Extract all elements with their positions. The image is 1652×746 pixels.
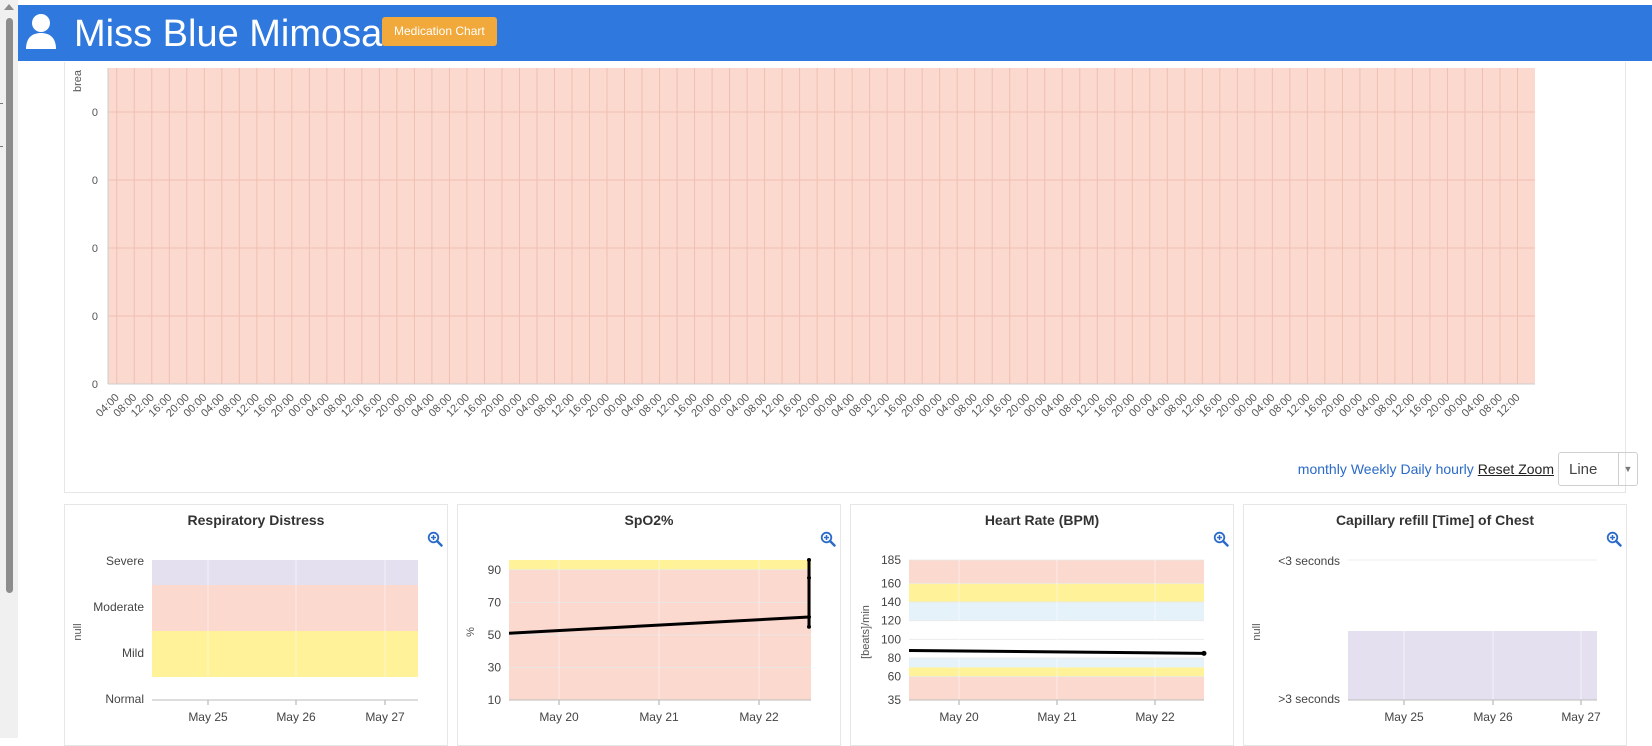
spo2-chart: May 20 May 21 May 22 10 30 50 70 90% [465, 558, 811, 724]
x-tick-label: May 25 [188, 710, 228, 724]
y-tick-label: 35 [888, 693, 902, 707]
y-tick-label: 60 [888, 670, 902, 684]
y-tick-label: Moderate [93, 600, 144, 614]
spo2-panel: SpO2% May 20 May 21 May 22 10 30 50 70 90% [457, 504, 841, 746]
medication-chart-button[interactable]: Medication Chart [382, 17, 497, 46]
y-tick-label: 0 [92, 175, 98, 187]
y-tick-label: 80 [888, 651, 902, 665]
x-tick-label: May 25 [1384, 710, 1424, 724]
scroll-tick [0, 146, 3, 147]
y-tick-label: Severe [106, 554, 144, 568]
x-tick-label: May 26 [1473, 710, 1513, 724]
x-tick-label: May 26 [276, 710, 316, 724]
x-tick-label: May 27 [1561, 710, 1601, 724]
respiratory-distress-chart: May 25 May 26 May 27 Severe Moderate Mild Norm… [72, 554, 418, 724]
x-tick-label: May 21 [639, 710, 679, 724]
y-tick-label: 10 [488, 693, 502, 707]
main-chart-panel: 0 0 0 0 0 brea 04:00 08:00 12:00 16:00 20:00 00:00 0… [64, 62, 1626, 493]
scrollbar-thumb[interactable] [6, 18, 13, 593]
threshold-band [1348, 631, 1597, 700]
x-tick-label: May 21 [1037, 710, 1077, 724]
x-tick-label: May 20 [539, 710, 579, 724]
threshold-band [152, 560, 418, 585]
chart-type-select[interactable]: Line ▼ [1558, 452, 1638, 486]
x-tick-label: May 22 [739, 710, 779, 724]
threshold-band [509, 560, 811, 570]
y-tick-label: 0 [92, 107, 98, 119]
y-tick-label: Normal [105, 692, 144, 706]
x-tick-label: May 22 [1135, 710, 1175, 724]
scroll-tick [0, 103, 3, 104]
y-axis-label: % [465, 627, 477, 637]
y-tick-label: 30 [488, 660, 502, 674]
heart-rate-chart: May 20 May 21 May 22 35 60 80 100 120 140 160 185 [… [860, 553, 1207, 724]
y-tick-label: <3 seconds [1278, 554, 1340, 568]
y-tick-label: 140 [881, 595, 901, 609]
y-tick-label: 50 [488, 628, 502, 642]
y-tick-label: 160 [881, 576, 901, 590]
chart-type-value: Line [1569, 460, 1598, 478]
data-point [807, 558, 811, 562]
y-tick-label: 0 [92, 379, 98, 391]
hourly-link[interactable]: hourly [1436, 461, 1474, 477]
y-tick-label: 120 [881, 614, 901, 628]
threshold-band [152, 631, 418, 677]
y-tick-label: Mild [122, 646, 144, 660]
threshold-band [152, 585, 418, 631]
y-axis-label: [beats]/min [860, 605, 872, 659]
y-tick-label: >3 seconds [1278, 692, 1340, 706]
data-point [807, 624, 811, 629]
y-tick-label: 185 [881, 553, 901, 567]
respiratory-distress-panel: Respiratory Distress May 25 May 26 May 27 S… [64, 504, 448, 746]
y-tick-label: 90 [488, 563, 502, 577]
scroll-up-arrow-icon[interactable] [4, 4, 14, 10]
chart-controls: monthly Weekly Daily hourly Reset Zoom L… [1294, 452, 1638, 486]
page-scrollbar[interactable] [0, 0, 18, 738]
main-chart: 00000brea04:0008:0012:0016:0020:0000:000… [72, 68, 1535, 420]
data-point [1201, 650, 1207, 656]
data-point [807, 575, 811, 580]
reset-zoom-link[interactable]: Reset Zoom [1478, 461, 1554, 477]
monthly-link[interactable]: monthly [1298, 461, 1347, 477]
y-tick-label: 100 [881, 632, 901, 646]
y-tick-label: 0 [92, 311, 98, 323]
heart-rate-panel: Heart Rate (BPM) May 20 May 21 May 22 35 60 8… [850, 504, 1234, 746]
patient-name: Miss Blue Mimosa [74, 13, 383, 55]
x-tick-label: May 20 [939, 710, 979, 724]
capillary-refill-panel: Capillary refill [Time] of Chest May 25 M… [1243, 504, 1627, 746]
capillary-refill-chart: May 25 May 26 May 27 <3 seconds >3 seconds nu… [1251, 554, 1601, 724]
chevron-down-icon[interactable]: ▼ [1618, 453, 1637, 485]
data-point [807, 614, 811, 619]
y-axis-label: null [1251, 623, 1263, 640]
x-tick-label: May 27 [365, 710, 405, 724]
y-tick-label: 0 [92, 243, 98, 255]
user-icon [26, 14, 56, 49]
daily-link[interactable]: Daily [1400, 461, 1431, 477]
y-tick-label: 70 [488, 595, 502, 609]
y-axis-label: brea [72, 69, 84, 92]
chart-band [108, 68, 1535, 384]
y-axis-label: null [72, 623, 84, 640]
patient-header: Miss Blue Mimosa Medication Chart [18, 5, 1652, 61]
weekly-link[interactable]: Weekly [1351, 461, 1397, 477]
